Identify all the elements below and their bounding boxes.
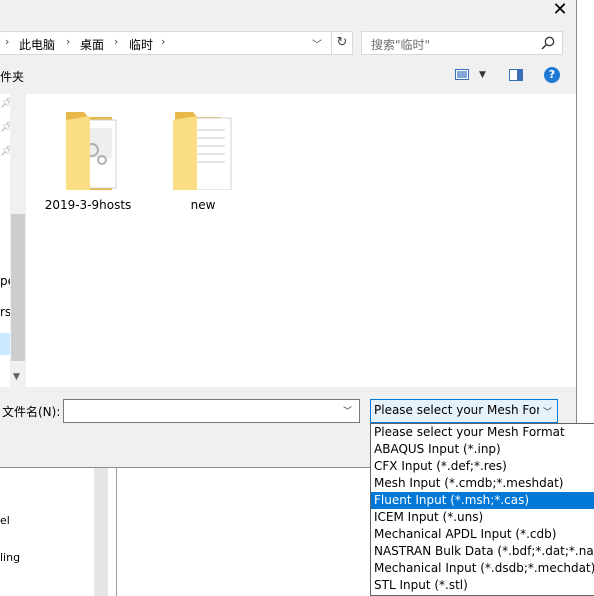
file-type-dropdown-list[interactable]: Please select your Mesh Format ABAQUS In…: [370, 423, 594, 596]
search-box[interactable]: 搜索"临时": [361, 31, 563, 55]
file-type-option[interactable]: Mesh Input (*.cmdb;*.meshdat): [371, 475, 594, 492]
file-type-option[interactable]: NASTRAN Bulk Data (*.bdf;*.dat;*.nas): [371, 543, 594, 560]
search-icon[interactable]: [540, 35, 556, 51]
close-icon: ✕: [552, 0, 568, 20]
background-divider: [116, 467, 117, 596]
address-bar[interactable]: › 此电脑 › 桌面 › 临时 › ﹀: [0, 31, 332, 55]
filename-label: 文件名(N):: [2, 405, 61, 419]
search-input[interactable]: 搜索"临时": [371, 36, 430, 53]
folder-name: new: [190, 198, 216, 212]
breadcrumb-separator[interactable]: ›: [161, 35, 165, 48]
new-folder-button[interactable]: 件夹: [0, 68, 24, 85]
nav-item-selected[interactable]: [0, 333, 10, 355]
help-icon[interactable]: ?: [544, 67, 560, 83]
view-options-icon[interactable]: [455, 69, 469, 80]
folder-item[interactable]: 2019-3-9hosts: [45, 108, 131, 212]
folder-item[interactable]: new: [173, 108, 233, 212]
folder-icon: [173, 112, 232, 191]
breadcrumb-desktop[interactable]: 桌面: [80, 36, 104, 53]
file-type-select[interactable]: Please select your Mesh For ﹀: [370, 399, 558, 423]
close-button[interactable]: ✕: [548, 0, 572, 22]
scroll-down-icon[interactable]: ▼: [13, 372, 20, 382]
file-type-option[interactable]: Mechanical Input (*.dsdb;*.mechdat): [371, 560, 594, 577]
file-type-option[interactable]: Mechanical APDL Input (*.cdb): [371, 526, 594, 543]
refresh-button[interactable]: ↻: [331, 31, 353, 55]
breadcrumb-separator: ›: [5, 35, 10, 48]
refresh-icon: ↻: [336, 35, 348, 50]
chevron-down-icon[interactable]: ﹀: [343, 404, 352, 417]
folder-name: 2019-3-9hosts: [44, 198, 132, 212]
file-type-option[interactable]: ICEM Input (*.uns): [371, 509, 594, 526]
chevron-down-icon[interactable]: ﹀: [312, 36, 322, 51]
preview-pane-icon[interactable]: [509, 69, 523, 81]
file-type-option-highlighted[interactable]: Fluent Input (*.msh;*.cas): [371, 492, 594, 509]
breadcrumb-this-pc[interactable]: 此电脑: [19, 36, 55, 53]
breadcrumb-separator[interactable]: ›: [114, 35, 118, 48]
chevron-down-icon[interactable]: ▼: [479, 70, 486, 80]
background-scroll-strip: [94, 467, 108, 596]
background-text-fragment: ling: [0, 551, 21, 564]
folder-icon: [66, 112, 117, 191]
file-type-option[interactable]: ABAQUS Input (*.inp): [371, 441, 594, 458]
background-text-fragment: el: [0, 514, 10, 527]
filename-input[interactable]: [63, 399, 360, 423]
breadcrumb-temp[interactable]: 临时: [129, 36, 153, 53]
file-type-option[interactable]: CFX Input (*.def;*.res): [371, 458, 594, 475]
chevron-down-icon[interactable]: ﹀: [543, 405, 552, 418]
file-type-selected: Please select your Mesh For: [374, 403, 539, 417]
file-open-dialog: ✕ › 此电脑 › 桌面 › 临时 › ﹀ ↻ 搜索"临时" 件夹 ▼ ? 📌︎…: [0, 0, 577, 468]
file-type-option[interactable]: STL Input (*.stl): [371, 577, 594, 594]
breadcrumb-separator[interactable]: ›: [66, 35, 70, 48]
nav-scrollbar-thumb[interactable]: [11, 214, 25, 361]
file-type-option[interactable]: Please select your Mesh Format: [371, 424, 594, 441]
